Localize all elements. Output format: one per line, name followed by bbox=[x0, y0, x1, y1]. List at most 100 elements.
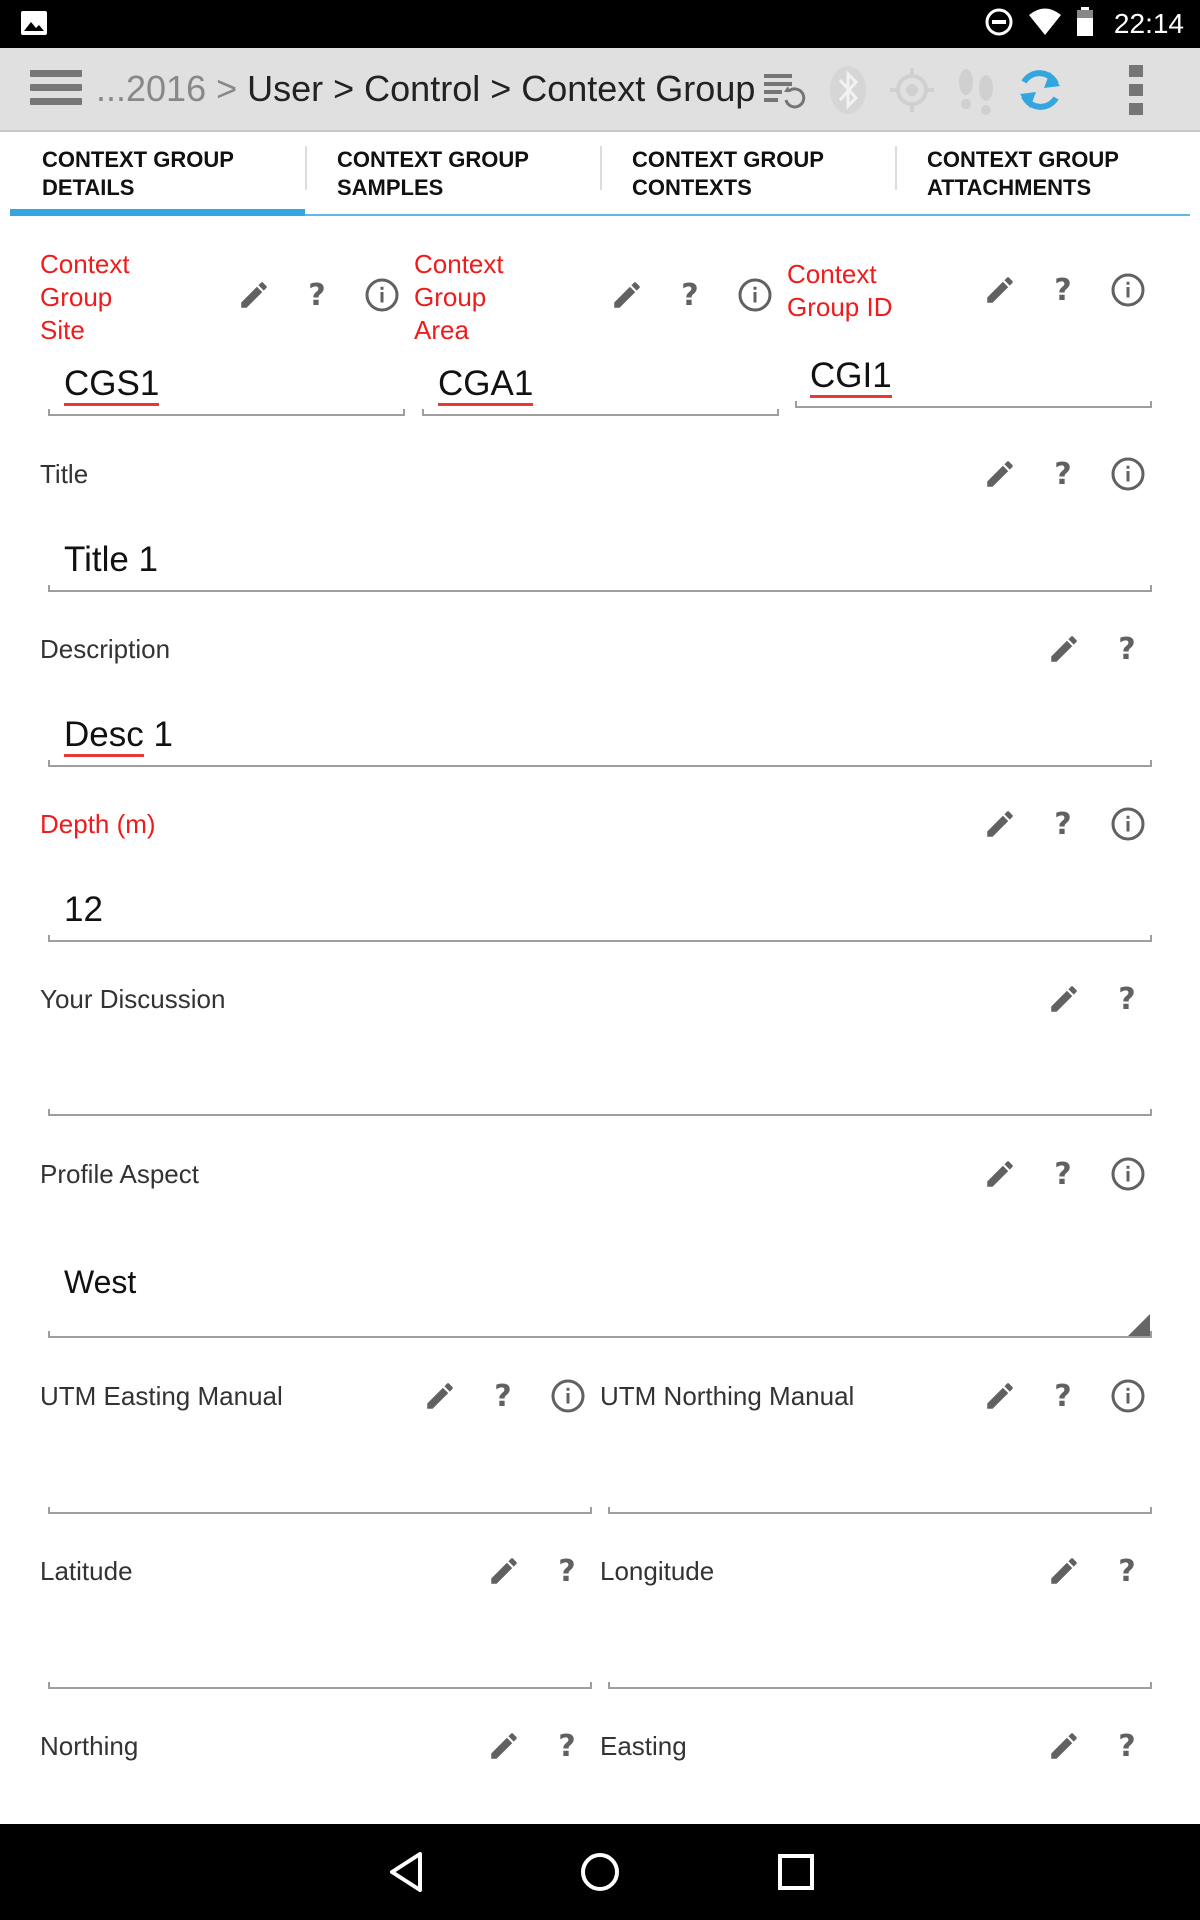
help-icon[interactable]: ? bbox=[547, 1726, 587, 1766]
battery-icon bbox=[1076, 6, 1094, 42]
longitude-input[interactable] bbox=[624, 1637, 1144, 1681]
help-icon[interactable]: ? bbox=[483, 1376, 523, 1416]
context-group-site-input[interactable]: CGS1 bbox=[64, 364, 160, 406]
pencil-icon[interactable] bbox=[980, 1154, 1020, 1194]
refresh-icon[interactable] bbox=[1014, 64, 1066, 116]
utm-easting-input[interactable] bbox=[64, 1462, 584, 1506]
description-value-rest: 1 bbox=[143, 715, 173, 754]
status-bar: 22:14 bbox=[0, 0, 1200, 48]
site-underline bbox=[48, 409, 405, 416]
info-icon[interactable] bbox=[1108, 454, 1148, 494]
longitude-label: Longitude bbox=[600, 1556, 715, 1586]
latitude-underline bbox=[48, 1682, 592, 1689]
id-underline bbox=[795, 401, 1152, 408]
pencil-icon[interactable] bbox=[420, 1376, 460, 1416]
title-label: Title bbox=[40, 459, 89, 489]
tab-context-group-contexts[interactable]: CONTEXT GROUP CONTEXTS bbox=[600, 146, 895, 216]
discussion-underline bbox=[48, 1109, 1152, 1116]
tab-context-group-attachments[interactable]: CONTEXT GROUP ATTACHMENTS bbox=[895, 146, 1190, 216]
image-icon bbox=[20, 10, 48, 36]
help-icon[interactable]: ? bbox=[670, 275, 710, 315]
help-icon[interactable]: ? bbox=[1043, 804, 1083, 844]
hamburger-menu-icon[interactable] bbox=[30, 70, 82, 110]
utm-northing-input[interactable] bbox=[624, 1462, 1144, 1506]
pencil-icon[interactable] bbox=[1044, 1726, 1084, 1766]
pencil-icon[interactable] bbox=[980, 804, 1020, 844]
description-value-word: Desc bbox=[64, 715, 144, 757]
northing-label: Northing bbox=[40, 1731, 139, 1761]
help-icon[interactable]: ? bbox=[547, 1551, 587, 1591]
help-icon[interactable]: ? bbox=[1043, 1154, 1083, 1194]
back-icon[interactable] bbox=[380, 1846, 432, 1898]
pencil-icon[interactable] bbox=[980, 454, 1020, 494]
help-icon[interactable]: ? bbox=[1107, 629, 1147, 669]
area-underline bbox=[422, 409, 779, 416]
breadcrumb-path: User > Control > Context Group bbox=[247, 68, 756, 109]
breadcrumb-parent[interactable]: ...2016 > bbox=[96, 68, 247, 110]
do-not-disturb-icon bbox=[984, 7, 1014, 42]
info-icon[interactable] bbox=[1108, 270, 1148, 310]
help-icon[interactable]: ? bbox=[1043, 454, 1083, 494]
utm-northing-underline bbox=[608, 1507, 1152, 1514]
pencil-icon[interactable] bbox=[980, 270, 1020, 310]
id-value: CGI1 bbox=[810, 356, 892, 398]
profile-aspect-select[interactable]: West bbox=[64, 1264, 136, 1301]
overflow-menu-icon[interactable] bbox=[1110, 64, 1162, 116]
info-icon[interactable] bbox=[362, 275, 402, 315]
profile-aspect-label: Profile Aspect bbox=[40, 1159, 199, 1189]
info-icon[interactable] bbox=[1108, 1154, 1148, 1194]
recents-icon[interactable] bbox=[770, 1846, 822, 1898]
pencil-icon[interactable] bbox=[980, 1376, 1020, 1416]
info-icon[interactable] bbox=[735, 275, 775, 315]
longitude-underline bbox=[608, 1682, 1152, 1689]
tab-context-group-details[interactable]: CONTEXT GROUP DETAILS bbox=[10, 146, 305, 216]
info-icon[interactable] bbox=[1108, 1376, 1148, 1416]
tab-label: CONTEXT GROUP CONTEXTS bbox=[632, 147, 824, 200]
pencil-icon[interactable] bbox=[484, 1726, 524, 1766]
help-icon[interactable]: ? bbox=[297, 275, 337, 315]
utm-northing-label: UTM Northing Manual bbox=[600, 1381, 855, 1411]
easting-label: Easting bbox=[600, 1731, 687, 1761]
pencil-icon[interactable] bbox=[1044, 979, 1084, 1019]
sync-list-icon[interactable] bbox=[758, 64, 810, 116]
info-icon[interactable] bbox=[1108, 804, 1148, 844]
tab-label: CONTEXT GROUP SAMPLES bbox=[337, 147, 529, 200]
context-group-area-label: Context Group Area bbox=[414, 248, 504, 347]
description-underline bbox=[48, 760, 1152, 767]
label-line: Context bbox=[787, 259, 877, 289]
footsteps-icon[interactable] bbox=[950, 64, 1002, 116]
depth-label: Depth (m) bbox=[40, 809, 156, 839]
context-group-area-input[interactable]: CGA1 bbox=[438, 364, 534, 406]
wifi-icon bbox=[1028, 8, 1062, 41]
pencil-icon[interactable] bbox=[607, 275, 647, 315]
tab-label: CONTEXT GROUP ATTACHMENTS bbox=[927, 147, 1119, 200]
info-icon[interactable] bbox=[548, 1376, 588, 1416]
pencil-icon[interactable] bbox=[484, 1551, 524, 1591]
label-line: Group bbox=[414, 282, 487, 312]
latitude-label: Latitude bbox=[40, 1556, 133, 1586]
help-icon[interactable]: ? bbox=[1107, 1551, 1147, 1591]
help-icon[interactable]: ? bbox=[1043, 270, 1083, 310]
help-icon[interactable]: ? bbox=[1107, 979, 1147, 1019]
depth-underline bbox=[48, 935, 1152, 942]
dropdown-arrow-icon[interactable] bbox=[1128, 1314, 1150, 1336]
latitude-input[interactable] bbox=[64, 1637, 584, 1681]
context-group-id-input[interactable]: CGI1 bbox=[810, 356, 892, 398]
discussion-input[interactable] bbox=[64, 1064, 1144, 1108]
description-input[interactable]: Desc 1 bbox=[64, 715, 173, 757]
depth-input[interactable]: 12 bbox=[64, 890, 103, 930]
tab-bar: CONTEXT GROUP DETAILS CONTEXT GROUP SAMP… bbox=[10, 146, 1190, 216]
help-icon[interactable]: ? bbox=[1107, 1726, 1147, 1766]
help-icon[interactable]: ? bbox=[1043, 1376, 1083, 1416]
gps-icon[interactable] bbox=[886, 64, 938, 116]
bluetooth-icon[interactable] bbox=[822, 64, 874, 116]
label-line: Area bbox=[414, 315, 469, 345]
title-input[interactable]: Title 1 bbox=[64, 540, 158, 580]
pencil-icon[interactable] bbox=[234, 275, 274, 315]
pencil-icon[interactable] bbox=[1044, 1551, 1084, 1591]
clock: 22:14 bbox=[1113, 8, 1184, 39]
tab-context-group-samples[interactable]: CONTEXT GROUP SAMPLES bbox=[305, 146, 600, 216]
pencil-icon[interactable] bbox=[1044, 629, 1084, 669]
home-icon[interactable] bbox=[574, 1846, 626, 1898]
context-group-site-label: Context Group Site bbox=[40, 248, 130, 347]
